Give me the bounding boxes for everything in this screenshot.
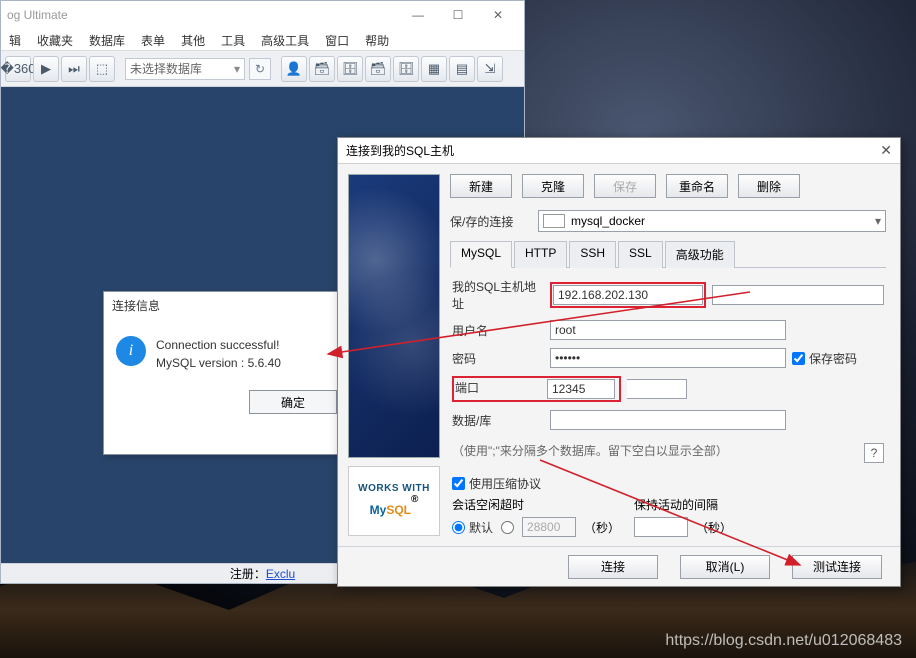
tab-advanced[interactable]: 高级功能 xyxy=(665,241,735,268)
saved-conn-select[interactable]: mysql_docker xyxy=(538,210,886,232)
cancel-button[interactable]: 取消(L) xyxy=(680,555,770,579)
tab-ssl[interactable]: SSL xyxy=(618,241,663,268)
mysql-badge: WORKS WITH MySQL® xyxy=(348,466,440,536)
menu-tools[interactable]: 工具 xyxy=(213,29,253,50)
idle-seconds-input[interactable] xyxy=(522,517,576,537)
rename-conn-button[interactable]: 重命名 xyxy=(666,174,728,198)
close-button[interactable]: ✕ xyxy=(478,3,518,27)
connect-dialog: 连接到我的SQL主机 ✕ WORKS WITH MySQL® 新建 克隆 保存 … xyxy=(337,137,901,587)
info-line2: MySQL version : 5.6.40 xyxy=(156,354,281,372)
saved-conn-label: 保/存的连接 xyxy=(450,213,530,230)
db-hint: （使用";"来分隔多个数据库。留下空白以显示全部） xyxy=(452,442,728,459)
tb-format-icon[interactable]: ⬚ xyxy=(89,56,115,82)
refresh-icon[interactable]: ↻ xyxy=(249,58,271,80)
idle-default-radio[interactable]: 默认 xyxy=(452,519,493,536)
delete-conn-button[interactable]: 删除 xyxy=(738,174,800,198)
database-selector[interactable]: 未选择数据库 xyxy=(125,58,245,80)
port-input[interactable] xyxy=(547,379,615,399)
status-prefix: 注册： xyxy=(230,565,266,582)
maximize-button[interactable]: ☐ xyxy=(438,3,478,27)
save-conn-button[interactable]: 保存 xyxy=(594,174,656,198)
tab-http[interactable]: HTTP xyxy=(514,241,567,268)
connect-dialog-titlebar[interactable]: 连接到我的SQL主机 ✕ xyxy=(338,138,900,164)
port-label: 端口 xyxy=(455,379,543,399)
toolbar: �360 ▶ ⏭ ⬚ 未选择数据库 ↻ 👤 🗃 🗄 🗃 🗄 ▦ ▤ ⇲ xyxy=(1,51,524,87)
main-titlebar[interactable]: og Ultimate — ☐ ✕ xyxy=(1,1,524,29)
host-label: 我的SQL主机地址 xyxy=(452,278,544,312)
new-conn-button[interactable]: 新建 xyxy=(450,174,512,198)
minimize-button[interactable]: — xyxy=(398,3,438,27)
connection-info-dialog: 连接信息 ✕ i Connection successful! MySQL ve… xyxy=(103,291,356,455)
test-connection-button[interactable]: 测试连接 xyxy=(792,555,882,579)
database-input[interactable] xyxy=(550,410,786,430)
menu-database[interactable]: 数据库 xyxy=(81,29,133,50)
menu-window[interactable]: 窗口 xyxy=(317,29,357,50)
info-dialog-title: 连接信息 xyxy=(112,297,160,314)
menu-advanced[interactable]: 高级工具 xyxy=(253,29,317,50)
info-ok-button[interactable]: 确定 xyxy=(249,390,337,414)
menu-favorites[interactable]: 收藏夹 xyxy=(29,29,81,50)
connect-button[interactable]: 连接 xyxy=(568,555,658,579)
keepalive-title: 保持活动的间隔 xyxy=(634,496,732,513)
tb-user-icon[interactable]: 👤 xyxy=(281,56,307,82)
host-highlight xyxy=(550,282,706,308)
help-icon[interactable]: ? xyxy=(864,443,884,463)
tab-mysql[interactable]: MySQL xyxy=(450,241,512,268)
puzzle-image xyxy=(348,174,440,458)
compress-checkbox[interactable]: 使用压缩协议 xyxy=(452,475,884,492)
info-dialog-titlebar[interactable]: 连接信息 ✕ xyxy=(104,292,355,318)
tb-layout-icon[interactable]: ▤ xyxy=(449,56,475,82)
tb-db1-icon[interactable]: 🗃 xyxy=(309,56,335,82)
connect-close-icon[interactable]: ✕ xyxy=(880,142,892,159)
info-line1: Connection successful! xyxy=(156,336,281,354)
tb-db4-icon[interactable]: 🗄 xyxy=(393,56,419,82)
port-extra-input[interactable] xyxy=(627,379,687,399)
menu-edit[interactable]: 辑 xyxy=(1,29,29,50)
user-input[interactable] xyxy=(550,320,786,340)
tb-db3-icon[interactable]: 🗃 xyxy=(365,56,391,82)
menu-help[interactable]: 帮助 xyxy=(357,29,397,50)
info-text: Connection successful! MySQL version : 5… xyxy=(156,336,281,372)
host-extra-input[interactable] xyxy=(712,285,884,305)
tb-new-connect-icon[interactable]: �360 xyxy=(5,56,31,82)
port-highlight: 端口 xyxy=(452,376,621,402)
pwd-label: 密码 xyxy=(452,350,544,367)
connect-dialog-title: 连接到我的SQL主机 xyxy=(346,142,454,159)
db-label: 数据/库 xyxy=(452,412,544,429)
tb-run-all-icon[interactable]: ⏭ xyxy=(61,56,87,82)
tb-db2-icon[interactable]: 🗄 xyxy=(337,56,363,82)
tb-grid-icon[interactable]: ▦ xyxy=(421,56,447,82)
idle-title: 会话空闲超时 xyxy=(452,496,620,513)
idle-custom-radio[interactable] xyxy=(501,521,514,534)
main-title: og Ultimate xyxy=(7,8,398,22)
tab-ssh[interactable]: SSH xyxy=(569,241,616,268)
tb-run-icon[interactable]: ▶ xyxy=(33,56,59,82)
status-register-link[interactable]: Exclu xyxy=(266,567,295,581)
watermark: https://blog.csdn.net/u012068483 xyxy=(665,632,902,650)
tb-export-icon[interactable]: ⇲ xyxy=(477,56,503,82)
clone-conn-button[interactable]: 克隆 xyxy=(522,174,584,198)
keepalive-input[interactable] xyxy=(634,517,688,537)
password-input[interactable] xyxy=(550,348,786,368)
conn-tabs: MySQL HTTP SSH SSL 高级功能 xyxy=(450,240,886,268)
save-password-checkbox[interactable]: 保存密码 xyxy=(792,350,884,367)
user-label: 用户名 xyxy=(452,322,544,339)
menu-other[interactable]: 其他 xyxy=(173,29,213,50)
host-input[interactable] xyxy=(553,285,703,305)
info-icon: i xyxy=(116,336,146,366)
menu-table[interactable]: 表单 xyxy=(133,29,173,50)
menu-bar: 辑 收藏夹 数据库 表单 其他 工具 高级工具 窗口 帮助 xyxy=(1,29,524,51)
